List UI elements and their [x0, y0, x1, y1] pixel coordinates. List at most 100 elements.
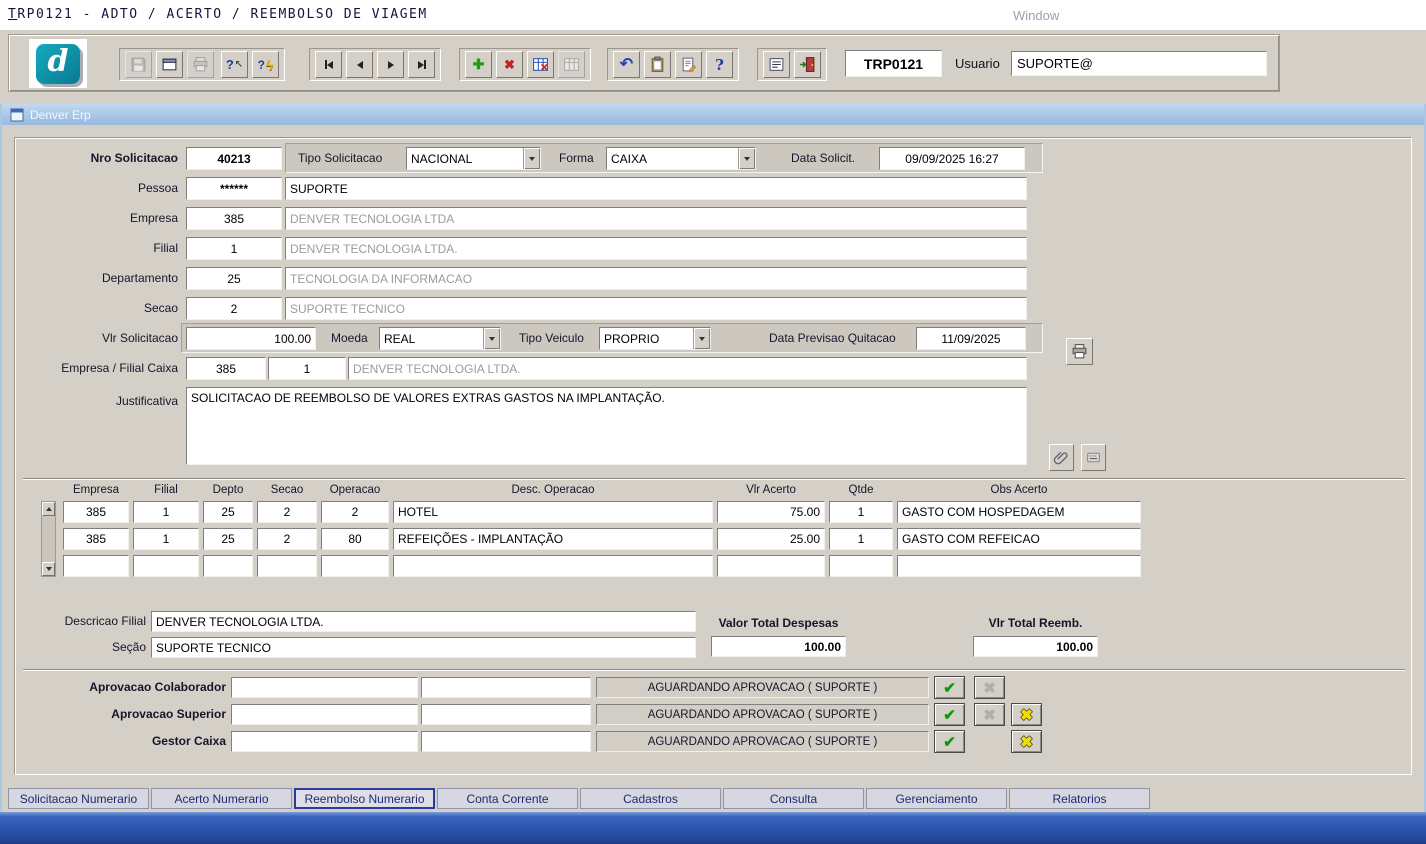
tipo-veiculo-dropdown-button[interactable]	[693, 328, 710, 349]
moeda-select[interactable]: REAL	[379, 327, 501, 350]
help-flash-button[interactable]	[252, 51, 279, 78]
chevron-down-icon	[699, 337, 705, 341]
filial-label: Filial	[23, 237, 178, 260]
approve-gestor-button[interactable]	[934, 730, 965, 753]
toolbar: TRP0121 Usuario SUPORTE@	[8, 34, 1280, 92]
save-button[interactable]	[125, 51, 152, 78]
nav-last-button[interactable]	[408, 51, 435, 78]
grid-cell[interactable]	[717, 555, 825, 577]
reject-colaborador-button[interactable]	[974, 676, 1005, 699]
grid-cell[interactable]: HOTEL	[393, 501, 713, 523]
grid-cell[interactable]: 385	[63, 528, 129, 550]
grid-cell[interactable]: 75.00	[717, 501, 825, 523]
menu-button[interactable]	[763, 51, 790, 78]
reject-superior-button[interactable]	[974, 703, 1005, 726]
tab-relatorios[interactable]: Relatorios	[1009, 788, 1150, 809]
scroll-up-button[interactable]	[42, 502, 55, 516]
usuario-input[interactable]: SUPORTE@	[1011, 51, 1267, 76]
grid-header-depto: Depto	[203, 484, 253, 496]
aprovacao-superior-date-field	[421, 704, 591, 725]
cancel-gestor-button[interactable]	[1011, 730, 1042, 753]
grid-cell[interactable]: 2	[321, 501, 389, 523]
help-select-button[interactable]	[221, 51, 248, 78]
approve-superior-button[interactable]	[934, 703, 965, 726]
grid-cell[interactable]: 1	[829, 501, 893, 523]
tab-acerto-numerario[interactable]: Acerto Numerario	[151, 788, 292, 809]
justificativa-textarea[interactable]: SOLICITACAO DE REEMBOLSO DE VALORES EXTR…	[186, 387, 1027, 465]
grid-cell[interactable]	[133, 555, 199, 577]
nav-first-button[interactable]	[315, 51, 342, 78]
grid-cell[interactable]: GASTO COM HOSPEDAGEM	[897, 501, 1141, 523]
grid-cell[interactable]: 1	[829, 528, 893, 550]
nro-solicitacao-field[interactable]: 40213	[186, 147, 282, 170]
grid-cell[interactable]: 1	[133, 528, 199, 550]
tab-reembolso-numerario[interactable]: Reembolso Numerario	[294, 788, 435, 809]
filial-code-field[interactable]: 1	[186, 237, 282, 260]
grid-cell[interactable]: 2	[257, 501, 317, 523]
grid-scrollbar[interactable]	[41, 501, 56, 577]
grid-cell[interactable]	[897, 555, 1141, 577]
nav-prev-button[interactable]	[346, 51, 373, 78]
tab-conta-corrente[interactable]: Conta Corrente	[437, 788, 578, 809]
help-button[interactable]	[706, 51, 733, 78]
grid-cell[interactable]: GASTO COM REFEICAO	[897, 528, 1141, 550]
pessoa-code-field[interactable]: ******	[186, 177, 282, 200]
mdi-window-icon	[10, 108, 24, 122]
query-clear-button[interactable]	[558, 51, 585, 78]
departamento-code-field[interactable]: 25	[186, 267, 282, 290]
approve-colaborador-button[interactable]	[934, 676, 965, 699]
forma-select[interactable]: CAIXA	[606, 147, 756, 170]
program-code-field[interactable]: TRP0121	[845, 50, 942, 77]
grid-header-vlr-acerto: Vlr Acerto	[717, 484, 825, 496]
preview-button[interactable]	[156, 51, 183, 78]
valor-total-despesas-label: Valor Total Despesas	[705, 616, 852, 630]
exit-button[interactable]	[794, 51, 821, 78]
tab-cadastros[interactable]: Cadastros	[580, 788, 721, 809]
vlr-solicitacao-field[interactable]: 100.00	[186, 327, 316, 350]
grid-cell[interactable]: 25.00	[717, 528, 825, 550]
nav-next-button[interactable]	[377, 51, 404, 78]
secao-code-field[interactable]: 2	[186, 297, 282, 320]
attachment-options-button[interactable]	[1081, 444, 1106, 471]
tipo-solicitacao-dropdown-button[interactable]	[523, 148, 540, 169]
grid-cell[interactable]: 80	[321, 528, 389, 550]
menu-item-window[interactable]: Window	[1013, 8, 1059, 23]
tab-consulta[interactable]: Consulta	[723, 788, 864, 809]
grid-cell[interactable]	[321, 555, 389, 577]
grid-cell[interactable]	[63, 555, 129, 577]
tipo-solicitacao-select[interactable]: NACIONAL	[406, 147, 541, 170]
attachment-button[interactable]	[1049, 444, 1074, 471]
grid-cell[interactable]	[829, 555, 893, 577]
tab-solicitacao-numerario[interactable]: Solicitacao Numerario	[8, 788, 149, 809]
filial-caixa-field[interactable]: 1	[268, 357, 346, 380]
aprovacao-superior-user-field	[231, 704, 418, 725]
grid-cell[interactable]	[203, 555, 253, 577]
add-record-button[interactable]	[465, 51, 492, 78]
undo-button[interactable]	[613, 51, 640, 78]
forma-dropdown-button[interactable]	[738, 148, 755, 169]
grid-cell[interactable]: 385	[63, 501, 129, 523]
data-previsao-quitacao-label: Data Previsao Quitacao	[769, 327, 896, 350]
print-button[interactable]	[187, 51, 214, 78]
paste-button[interactable]	[644, 51, 671, 78]
delete-record-button[interactable]	[496, 51, 523, 78]
data-previsao-quitacao-field[interactable]: 11/09/2025	[916, 327, 1026, 350]
grid-cell[interactable]: 1	[133, 501, 199, 523]
grid-cell[interactable]: 25	[203, 528, 253, 550]
data-solicit-field[interactable]: 09/09/2025 16:27	[879, 147, 1025, 170]
scroll-down-button[interactable]	[42, 562, 55, 576]
tab-gerenciamento[interactable]: Gerenciamento	[866, 788, 1007, 809]
moeda-dropdown-button[interactable]	[483, 328, 500, 349]
query-edit-button[interactable]	[527, 51, 554, 78]
cancel-superior-button[interactable]	[1011, 703, 1042, 726]
grid-cell[interactable]: 25	[203, 501, 253, 523]
grid-cell[interactable]	[393, 555, 713, 577]
grid-cell[interactable]	[257, 555, 317, 577]
tipo-veiculo-select[interactable]: PROPRIO	[599, 327, 711, 350]
properties-button[interactable]	[675, 51, 702, 78]
empresa-caixa-field[interactable]: 385	[186, 357, 266, 380]
grid-cell[interactable]: 2	[257, 528, 317, 550]
grid-cell[interactable]: REFEIÇÕES - IMPLANTAÇÃO	[393, 528, 713, 550]
empresa-code-field[interactable]: 385	[186, 207, 282, 230]
print-request-button[interactable]	[1066, 338, 1093, 365]
